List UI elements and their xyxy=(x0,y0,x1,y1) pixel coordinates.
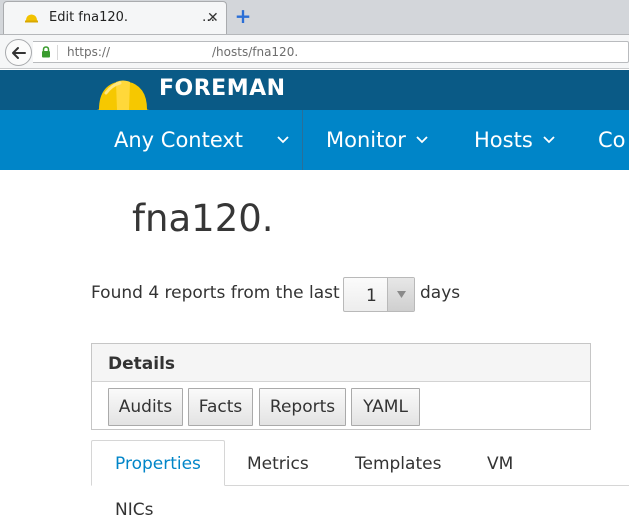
url-separator xyxy=(57,45,58,60)
hardhat-favicon-icon xyxy=(25,14,38,23)
days-suffix-label: days xyxy=(420,283,461,303)
tab-vm[interactable]: VM xyxy=(487,454,513,474)
days-select[interactable]: 1 xyxy=(343,277,415,312)
configure-menu-label: Co xyxy=(598,128,626,152)
browser-tab[interactable]: Edit fna120.… ✕ xyxy=(3,1,227,34)
host-tabs: Properties Metrics Templates VM NICs xyxy=(91,440,629,522)
back-button[interactable] xyxy=(5,39,32,66)
yaml-button[interactable]: YAML xyxy=(351,388,420,426)
hosts-menu-label: Hosts xyxy=(474,128,533,152)
days-select-value: 1 xyxy=(366,286,377,306)
new-tab-icon[interactable]: + xyxy=(233,6,253,27)
chevron-down-icon xyxy=(416,136,428,144)
tab-properties-label[interactable]: Properties xyxy=(115,454,201,474)
url-bar[interactable]: https:// /hosts/fna120. xyxy=(33,41,629,63)
tab-templates[interactable]: Templates xyxy=(355,454,441,474)
tab-nics[interactable]: NICs xyxy=(115,500,153,520)
menu-divider xyxy=(302,110,303,170)
facts-button[interactable]: Facts xyxy=(188,388,253,426)
chevron-down-icon xyxy=(543,136,555,144)
browser-tabstrip: Edit fna120.… ✕ + xyxy=(0,0,629,34)
configure-menu[interactable]: Co xyxy=(598,110,626,170)
audits-button[interactable]: Audits xyxy=(108,388,183,426)
monitor-menu[interactable]: Monitor xyxy=(326,110,428,170)
tab-metrics[interactable]: Metrics xyxy=(247,454,309,474)
page-title: fna120. xyxy=(132,197,274,240)
hosts-menu[interactable]: Hosts xyxy=(474,110,555,170)
main-menu-bar: Any Context Monitor Hosts Co xyxy=(0,110,629,170)
url-path: /hosts/fna120. xyxy=(212,45,299,59)
details-panel-title: Details xyxy=(108,354,176,374)
details-panel-header: Details xyxy=(92,344,590,382)
details-panel: Details Audits Facts Reports YAML xyxy=(91,343,591,430)
reports-summary-text: Found 4 reports from the last xyxy=(91,283,340,303)
browser-navbar: https:// /hosts/fna120. xyxy=(0,34,629,69)
browser-tab-title: Edit fna120.… xyxy=(49,10,216,25)
context-menu[interactable]: Any Context xyxy=(114,110,289,170)
days-select-arrow[interactable] xyxy=(387,278,414,311)
monitor-menu-label: Monitor xyxy=(326,128,406,152)
close-tab-icon[interactable]: ✕ xyxy=(207,8,219,28)
context-menu-label: Any Context xyxy=(114,128,244,152)
url-scheme: https:// xyxy=(67,45,111,59)
reports-button[interactable]: Reports xyxy=(259,388,346,426)
chevron-down-icon xyxy=(277,136,289,144)
brand-name[interactable]: FOREMAN xyxy=(159,76,286,101)
lock-icon xyxy=(42,46,50,58)
back-arrow-icon xyxy=(12,47,26,59)
caret-down-icon xyxy=(397,291,406,298)
